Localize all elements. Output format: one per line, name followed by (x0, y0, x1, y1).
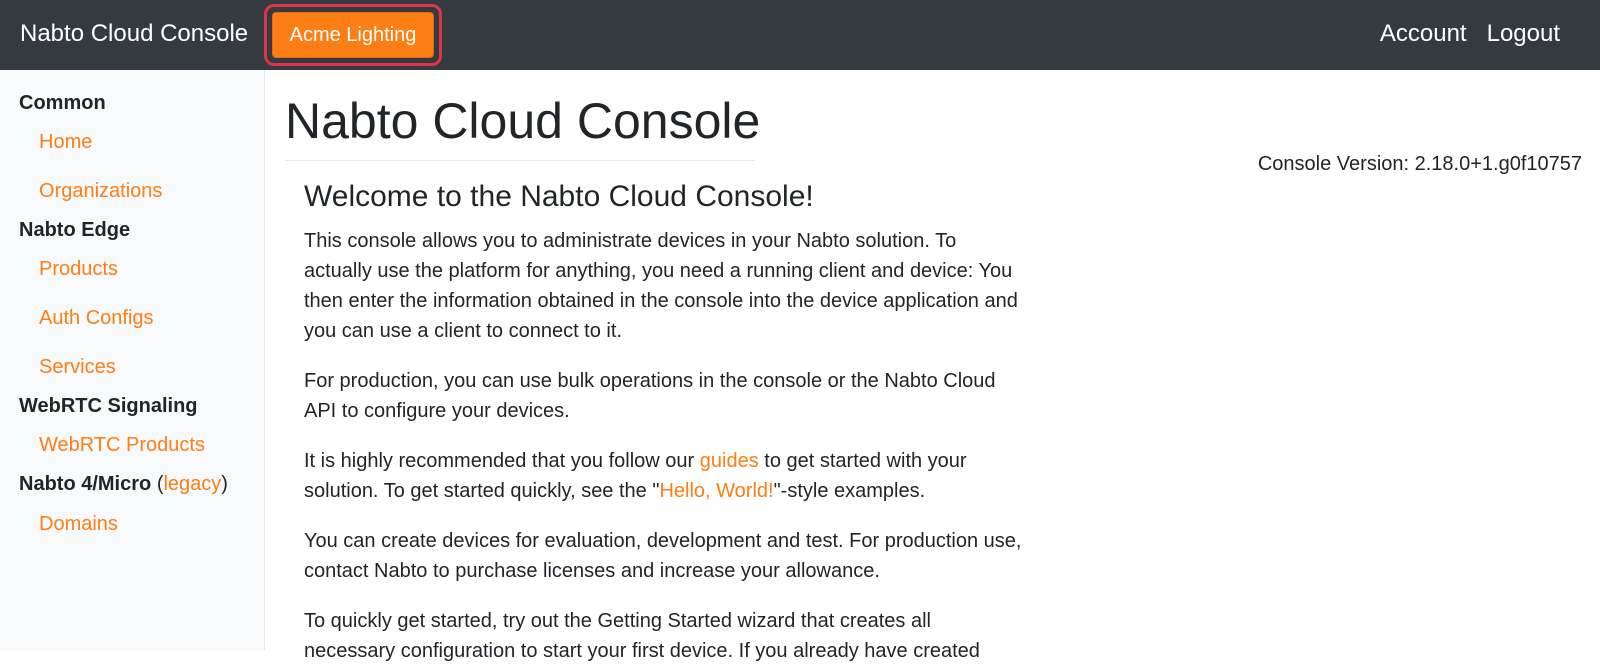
intro-paragraph: This console allows you to administrate … (304, 230, 1018, 342)
sidebar-heading-webrtc: WebRTC Signaling (19, 395, 198, 417)
account-link[interactable]: Account (1380, 20, 1467, 48)
sidebar-item-auth-configs[interactable]: Auth Configs (39, 307, 154, 330)
paren-close: ) (221, 473, 228, 495)
sidebar-item-products[interactable]: Products (39, 258, 118, 281)
navbar-right: Account Logout (1380, 20, 1560, 48)
guides-text-c: "-style examples. (773, 480, 926, 502)
welcome-heading: Welcome to the Nabto Cloud Console! (304, 180, 814, 213)
navbar-brand[interactable]: Nabto Cloud Console (20, 20, 248, 48)
sidebar-heading-micro-label: Nabto 4/Micro (19, 473, 152, 495)
organization-button[interactable]: Acme Lighting (272, 12, 434, 58)
legacy-link[interactable]: legacy (163, 473, 221, 495)
top-navbar: Nabto Cloud Console Acme Lighting Accoun… (0, 0, 1600, 70)
production-paragraph: For production, you can use bulk operati… (304, 370, 996, 422)
logout-link[interactable]: Logout (1487, 20, 1560, 48)
console-version: Console Version: 2.18.0+1.g0f10757 (1257, 153, 1582, 175)
guides-paragraph: It is highly recommended that you follow… (304, 446, 1024, 506)
sidebar-item-organizations[interactable]: Organizations (39, 180, 162, 203)
sidebar-heading-nabto-edge: Nabto Edge (19, 219, 131, 241)
guides-text-a: It is highly recommended that you follow… (304, 450, 700, 472)
sidebar-item-domains[interactable]: Domains (39, 513, 118, 536)
title-divider (285, 160, 755, 161)
sidebar-item-webrtc-products[interactable]: WebRTC Products (39, 434, 205, 457)
guides-link[interactable]: guides (700, 450, 759, 472)
getting-started-paragraph: To quickly get started, try out the Gett… (304, 610, 980, 662)
sidebar-item-home[interactable]: Home (39, 131, 92, 154)
sidebar-heading-micro: Nabto 4/Micro (legacy) (19, 473, 228, 496)
sidebar-heading-common: Common (19, 92, 106, 114)
sidebar-item-services[interactable]: Services (39, 356, 116, 379)
hello-world-link[interactable]: Hello, World! (659, 480, 773, 502)
page-title: Nabto Cloud Console (285, 93, 761, 149)
sidebar: Common Home Organizations Nabto Edge Pro… (0, 70, 265, 650)
org-button-highlight: Acme Lighting (264, 4, 442, 66)
evaluation-paragraph: You can create devices for evaluation, d… (304, 530, 1022, 582)
